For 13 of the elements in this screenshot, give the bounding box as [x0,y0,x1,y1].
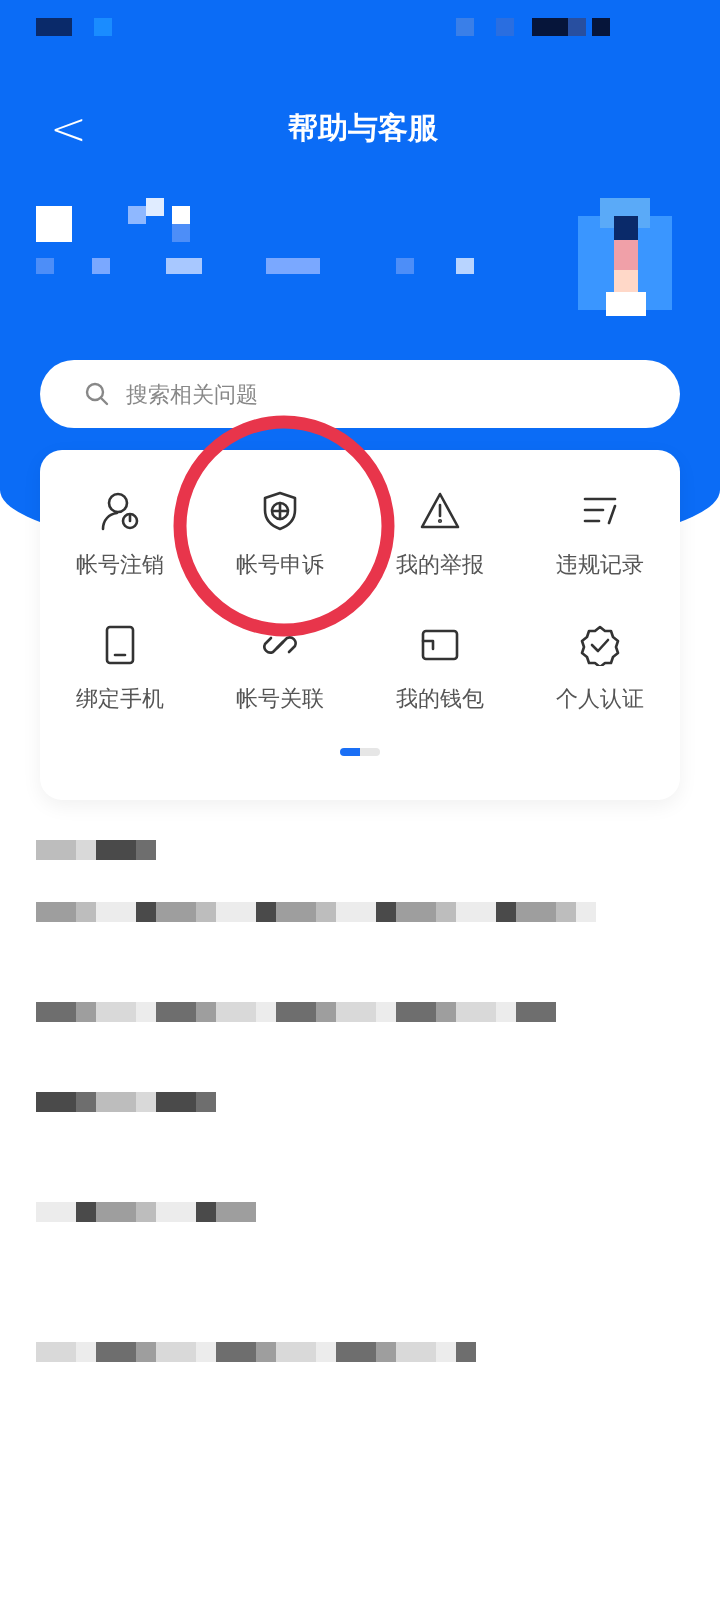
user-power-icon[interactable] [99,490,141,532]
search-field[interactable]: 搜索相关问题 [40,360,680,428]
verified-badge-icon[interactable] [579,624,621,666]
service-label[interactable]: 帐号申诉 [236,550,324,580]
service-label[interactable]: 个人认证 [556,684,644,714]
back-button[interactable]: < [50,102,87,154]
service-label[interactable]: 违规记录 [556,550,644,580]
service-label[interactable]: 帐号关联 [236,684,324,714]
service-label[interactable]: 帐号注销 [76,550,164,580]
service-label[interactable]: 绑定手机 [76,684,164,714]
service-label[interactable]: 我的举报 [396,550,484,580]
service-label[interactable]: 我的钱包 [396,684,484,714]
page-title: 帮助与客服 [288,108,438,147]
